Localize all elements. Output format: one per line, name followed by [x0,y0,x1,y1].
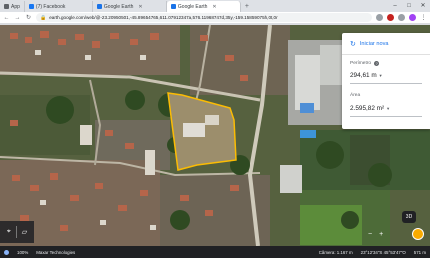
layers-icon[interactable]: ▱ [22,228,27,236]
tab-google-earth-1[interactable]: Google Earth ✕ [93,1,167,12]
tab-facebook[interactable]: (7) Facebook [25,1,93,12]
status-right: Câmera: 1.167 m 23°12'34"S 45°53'47"O 57… [319,250,426,255]
chevron-down-icon: ▼ [378,73,383,78]
toolbar-icons: ⋮ [376,14,427,21]
maximize-icon[interactable]: □ [402,0,416,12]
coordinates: 23°12'34"S 45°53'47"O [360,249,406,255]
star-icon[interactable] [376,14,383,21]
camera-altitude: Câmera: 1.167 m [318,249,353,255]
extension-icon[interactable] [387,14,394,21]
toggle-3d-button[interactable]: 3D [402,211,416,223]
imagery-attribution: Maxar Technologies [36,249,76,255]
extension-icon[interactable] [398,14,405,21]
perimeter-label: Perímetro [350,61,372,66]
new-measurement-label: Iniciar nova [359,41,389,47]
zoom-in-icon[interactable]: + [379,231,383,238]
new-tab-button[interactable]: + [241,1,253,12]
forward-icon[interactable]: → [14,15,21,21]
refresh-icon: ↻ [350,41,356,48]
perimeter-value-text: 294,61 m [350,72,377,79]
minimize-icon[interactable]: – [388,0,402,12]
elevation: 571 m [413,249,426,255]
location-controls: ⌖ ▱ [0,221,34,243]
close-tab-icon[interactable]: ✕ [138,4,142,10]
google-earth-icon [170,4,176,9]
lock-icon: 🔒 [40,14,47,21]
area-value-text: 2.595,82 m² [350,105,385,112]
perimeter-value[interactable]: 294,61 m ▼ [350,72,383,79]
tab-google-earth-2[interactable]: Google Earth ✕ [166,1,241,12]
close-window-icon[interactable]: ✕ [416,0,430,12]
status-bar: 100% Maxar Technologies Câmera: 1.167 m … [0,246,430,258]
window-controls: – □ ✕ [388,0,430,12]
area-value[interactable]: 2.595,82 m² ▼ [350,105,390,112]
browser-window: App (7) Facebook Google Earth ✕ Google E… [0,0,430,258]
zoom-level: 100% [17,249,29,255]
chevron-down-icon: ▼ [386,106,391,111]
url-text: earth.google.com/web/@-23.20950501,-45.8… [49,15,278,20]
tab-label: Google Earth [177,3,208,10]
google-earth-icon [96,4,102,9]
area-label: Área [350,93,361,98]
divider [350,116,422,117]
tab-strip: App (7) Facebook Google Earth ✕ Google E… [0,0,430,12]
perimeter-label-row: Perímetro ? [350,61,380,66]
area-label-row: Área [350,93,360,98]
pegman-icon[interactable] [412,228,424,240]
measurement-panel: ↻ Iniciar nova Perímetro ? 294,61 m ▼ Ár… [342,33,430,129]
reload-icon[interactable]: ↻ [25,14,32,21]
profile-avatar-icon[interactable] [409,14,416,21]
tab-apps[interactable]: App [0,1,25,12]
divider [15,226,17,238]
tab-label: (7) Facebook [35,3,66,10]
back-icon[interactable]: ← [3,15,10,21]
location-pin-icon[interactable]: ⌖ [7,228,11,236]
new-measurement-button[interactable]: ↻ Iniciar nova [350,40,388,48]
browser-toolbar: ← → ↻ 🔒 earth.google.com/web/@-23.209505… [0,12,430,24]
apps-icon [4,4,9,9]
facebook-icon [28,4,34,9]
divider [342,54,430,55]
close-tab-icon[interactable]: ✕ [212,4,216,10]
google-logo-icon [4,249,9,255]
divider [350,83,422,84]
tab-label: App [11,3,20,10]
help-icon[interactable]: ? [374,61,380,66]
menu-icon[interactable]: ⋮ [420,14,427,21]
zoom-controls: − + [368,231,383,238]
address-bar[interactable]: 🔒 earth.google.com/web/@-23.20950501,-45… [36,13,372,22]
zoom-out-icon[interactable]: − [368,231,372,238]
tab-label: Google Earth [103,3,134,10]
